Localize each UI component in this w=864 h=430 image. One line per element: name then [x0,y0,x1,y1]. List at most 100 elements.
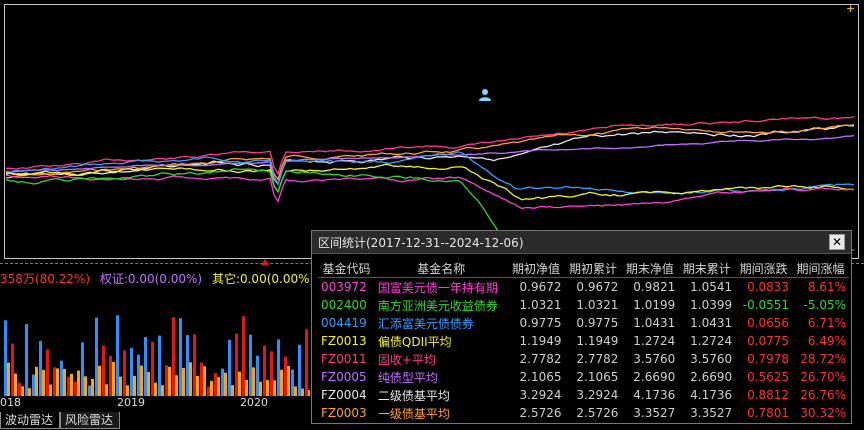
volume-bar [249,334,252,396]
volume-bar [186,335,189,396]
fund-row[interactable]: 004419 汇添富美元债债券 0.9775 0.9775 1.0431 1.0431 0.… [318,314,849,332]
close-icon[interactable]: ✕ [829,234,845,250]
volume-bar [88,385,91,396]
cell-end-acc: 1.2724 [690,334,733,348]
column-header[interactable]: 期末净值 [621,259,678,278]
cell-pct: 6.71% [807,316,846,330]
cell-init-acc: 3.2924 [576,388,619,402]
nav-series-line [5,174,855,210]
dialog-title-bar[interactable]: 区间统计(2017-12-31--2024-12-06) ✕ [312,231,851,254]
column-header[interactable]: 期间涨跌 [735,259,792,278]
user-icon[interactable] [478,88,492,102]
cell-code: FZ0005 [321,370,367,384]
volume-bar [112,362,115,396]
fund-row[interactable]: FZ0013 偏债QDII平均 1.1949 1.1949 1.2724 1.2724 0.… [318,332,849,350]
volume-bar [179,318,182,396]
column-header[interactable]: 基金名称 [375,259,508,278]
range-marker[interactable] [261,259,269,265]
volume-bar [242,316,245,396]
volume-bar [151,341,154,396]
column-header[interactable]: 期初累计 [565,259,622,278]
cell-init-nav: 1.0321 [519,298,562,312]
volume-bar [4,320,7,396]
cell-name: 固收+平均 [377,352,436,367]
fund-row[interactable]: FZ0003 一级债基平均 2.5726 2.5726 3.3527 3.3527 0.78… [318,404,849,422]
dialog-title: 区间统计(2017-12-31--2024-12-06) [318,236,524,250]
cell-end-nav: 4.1736 [633,388,676,402]
warrant-value: 权证:0.00(0.00%) [99,272,203,286]
cell-chg: 0.0833 [747,280,790,294]
fund-row[interactable]: FZ0005 纯债型平均 2.1065 2.1065 2.6690 2.6690 0.562… [318,368,849,386]
status-line: 358万(80.22%) 权证:0.00(0.00%) 其它:0.00(0.00… [0,270,342,286]
volume-bar [116,315,119,396]
cell-end-nav: 3.3527 [633,406,676,420]
cell-end-nav: 1.2724 [633,334,676,348]
volume-bar [231,385,234,396]
cell-name: 纯债型平均 [377,370,438,385]
column-header[interactable]: 期间涨幅 [792,259,849,278]
volume-bar [270,351,273,396]
fund-row[interactable]: 002400 南方亚洲美元收益债券 1.0321 1.0321 1.0199 1.0399… [318,296,849,314]
volume-bar [11,343,14,396]
cell-name: 二级债基平均 [377,388,450,403]
volume-bar [91,378,94,396]
main-chart[interactable]: + [0,0,864,262]
volume-bar [74,381,77,396]
volume-bar [56,368,59,396]
cell-pct: 30.32% [800,406,846,420]
volume-bar [196,375,199,396]
fund-row[interactable]: 003972 国富美元债一年持有期 0.9672 0.9672 0.9821 1.0541… [318,278,849,297]
volume-bar [77,370,80,396]
volume-bar [256,355,259,396]
cell-end-nav: 0.9821 [633,280,676,294]
volume-bar [102,345,105,396]
cell-init-nav: 2.7782 [519,352,562,366]
column-header[interactable]: 基金代码 [318,259,375,278]
volume-bar [182,367,185,396]
volume-bar [137,354,140,396]
cell-chg: -0.0551 [742,298,790,312]
volume-bar [172,317,175,396]
tab-volatility-radar[interactable]: 波动雷达 [0,412,61,429]
volume-bar [214,373,217,396]
cell-code: 004419 [321,316,367,330]
cell-code: FZ0004 [321,388,367,402]
cell-end-acc: 1.0431 [690,316,733,330]
cell-pct: 26.70% [800,370,846,384]
volume-bar [217,377,220,396]
year-axis: 018 2019 2020 [0,396,310,410]
column-header[interactable]: 期初净值 [508,259,565,278]
cell-init-nav: 0.9672 [519,280,562,294]
volume-bar [126,385,129,396]
cell-end-acc: 1.0541 [690,280,733,294]
volume-bar [284,356,287,396]
table-header: 基金代码 基金名称 期初净值 期初累计 期末净值 期末累计 期间涨跌 期间涨幅 [318,259,849,278]
fund-stats-table: 基金代码 基金名称 期初净值 期初累计 期末净值 期末累计 期间涨跌 期间涨幅 … [318,259,849,422]
cell-end-acc: 2.6690 [690,370,733,384]
fund-row[interactable]: FZ0004 二级债基平均 3.2924 3.2924 4.1736 4.1736 0.88… [318,386,849,404]
volume-bar [259,381,262,396]
fund-row[interactable]: FZ0011 固收+平均 2.7782 2.7782 3.5760 3.5760 0.797… [318,350,849,368]
cell-init-acc: 2.5726 [576,406,619,420]
nav-line-chart: + [4,2,859,259]
column-header[interactable]: 期末累计 [678,259,735,278]
volume-bar [210,380,213,396]
cell-end-acc: 3.3527 [690,406,733,420]
volume-bar [140,365,143,396]
year-label: 2020 [240,396,268,409]
tab-risk-radar[interactable]: 风险雷达 [60,412,121,429]
cell-init-acc: 2.1065 [576,370,619,384]
volume-bar [224,372,227,396]
cell-name: 汇添富美元债债券 [377,316,474,331]
cell-name: 一级债基平均 [377,406,450,421]
volume-bar [175,375,178,396]
holding-value: 358万(80.22%) [0,272,91,286]
cell-code: FZ0011 [321,352,367,366]
volume-bar [84,376,87,396]
volume-bar [144,336,147,396]
volume-bar [147,372,150,396]
nav-series-line [6,115,855,176]
cell-end-nav: 1.0431 [633,316,676,330]
volume-bar [21,386,24,396]
cell-end-nav: 1.0199 [633,298,676,312]
